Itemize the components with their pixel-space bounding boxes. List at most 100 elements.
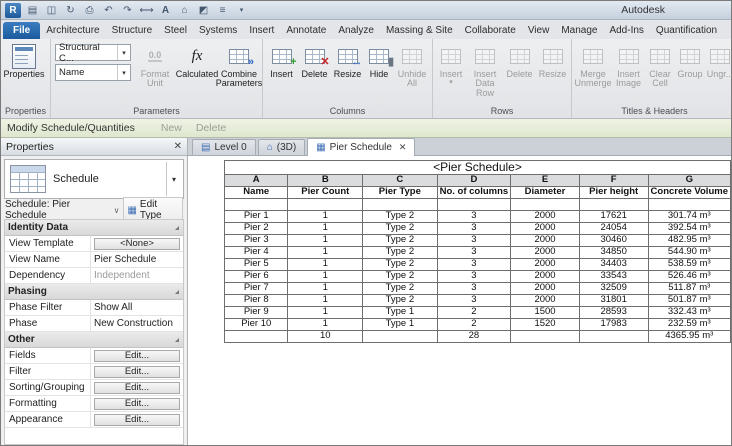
properties-panel-header[interactable]: Properties ✕ — [1, 138, 187, 156]
column-header-cell[interactable]: Concrete Volume — [647, 186, 731, 200]
chevron-down-icon[interactable]: ▾ — [117, 65, 130, 80]
cell-diameter[interactable]: 2000 — [510, 246, 580, 260]
cell-name[interactable]: Pier 10 — [223, 318, 289, 332]
cell-name[interactable]: Pier 5 — [223, 258, 289, 272]
cell-pier-type[interactable]: Type 2 — [362, 246, 438, 260]
cell-no-of-columns[interactable]: 3 — [436, 258, 512, 272]
ribbon-tab[interactable]: Architecture — [40, 23, 105, 39]
cell-pier-height[interactable]: 34403 — [578, 258, 649, 272]
view-tab-3d[interactable]: (3D) — [257, 139, 306, 155]
cell-name[interactable]: Pier 7 — [223, 282, 289, 296]
cell-no-of-columns[interactable]: 3 — [436, 282, 512, 296]
selector-dropdown-icon[interactable]: ∨ — [114, 206, 120, 215]
ribbon-tab[interactable]: Structure — [106, 23, 159, 39]
cell-no-of-columns[interactable]: 3 — [436, 294, 512, 308]
cell-diameter[interactable]: 2000 — [510, 258, 580, 272]
panel-label-columns[interactable]: Columns — [263, 105, 432, 118]
column-header-cell[interactable]: Name — [223, 186, 289, 200]
cell-pier-height[interactable]: 31801 — [578, 294, 649, 308]
calculated-button[interactable]: fx Calculated — [176, 41, 219, 79]
customize-qat-arrow-icon[interactable] — [234, 3, 249, 18]
phase-value[interactable]: New Construction — [91, 316, 183, 331]
cell-no-of-columns[interactable]: 3 — [436, 246, 512, 260]
close-tab-icon[interactable]: ✕ — [399, 142, 407, 153]
cell-diameter[interactable]: 2000 — [510, 270, 580, 284]
ribbon-tab[interactable]: Annotate — [280, 23, 332, 39]
delete-column-button[interactable]: ✕ Delete — [298, 41, 331, 79]
cell-no-of-columns[interactable]: 2 — [436, 306, 512, 320]
resize-column-button[interactable]: ↔ Resize — [331, 41, 364, 79]
section-identity-data[interactable]: Identity Data — [5, 220, 183, 236]
cell-diameter[interactable]: 2000 — [510, 282, 580, 296]
ribbon-tab[interactable]: Insert — [243, 23, 280, 39]
panel-label-titles-headers[interactable]: Titles & Headers — [572, 105, 731, 118]
cell-pier-height[interactable]: 34850 — [578, 246, 649, 260]
ribbon-tab[interactable]: Quantification — [650, 23, 723, 39]
save-icon[interactable] — [44, 3, 59, 18]
text-icon[interactable] — [158, 3, 173, 18]
cell-concrete-volume[interactable]: 526.46 m³ — [647, 270, 731, 284]
view-tab-level-0[interactable]: Level 0 — [192, 139, 256, 155]
ribbon-tab[interactable]: Manage — [555, 23, 603, 39]
cell-pier-height[interactable]: 33543 — [578, 270, 649, 284]
cell-name[interactable]: Pier 1 — [223, 210, 289, 224]
ribbon-tab[interactable]: Steel — [158, 23, 193, 39]
cell-concrete-volume[interactable]: 501.87 m³ — [647, 294, 731, 308]
combine-parameters-button[interactable]: » Combine Parameters — [216, 41, 262, 89]
view-name-value[interactable]: Pier Schedule — [91, 252, 183, 267]
cell-pier-count[interactable]: 1 — [287, 306, 364, 320]
cell-pier-type[interactable]: Type 2 — [362, 294, 438, 308]
redo-icon[interactable] — [120, 3, 135, 18]
column-letter-cell[interactable]: C — [362, 174, 438, 188]
thin-lines-icon[interactable] — [215, 3, 230, 18]
close-icon[interactable]: ✕ — [174, 141, 182, 152]
cell-diameter[interactable]: 2000 — [510, 210, 580, 224]
ribbon-tab[interactable]: Add-Ins — [603, 23, 649, 39]
tab-file[interactable]: File — [3, 22, 41, 39]
insert-column-button[interactable]: + Insert — [265, 41, 298, 79]
chevron-down-icon[interactable]: ▾ — [117, 45, 130, 60]
hide-column-button[interactable]: ▮ Hide — [364, 41, 394, 79]
cell-pier-type[interactable]: Type 2 — [362, 222, 438, 236]
undo-icon[interactable] — [101, 3, 116, 18]
column-header-cell[interactable]: Pier Type — [362, 186, 438, 200]
cell-name[interactable]: Pier 9 — [223, 306, 289, 320]
cell-pier-height[interactable]: 17983 — [578, 318, 649, 332]
cell-concrete-volume[interactable]: 511.87 m³ — [647, 282, 731, 296]
section-phasing[interactable]: Phasing — [5, 284, 183, 300]
column-header-cell[interactable]: Pier height — [578, 186, 649, 200]
cell-diameter[interactable]: 2000 — [510, 234, 580, 248]
cell-pier-count[interactable]: 1 — [287, 282, 364, 296]
cell-pier-type[interactable]: Type 1 — [362, 318, 438, 332]
cell-pier-count[interactable]: 1 — [287, 318, 364, 332]
cell-no-of-columns[interactable]: 3 — [436, 270, 512, 284]
cell-concrete-volume[interactable]: 538.59 m³ — [647, 258, 731, 272]
column-header-cell[interactable]: No. of columns — [436, 186, 512, 200]
cell-name[interactable]: Pier 6 — [223, 270, 289, 284]
cell-pier-count[interactable]: 1 — [287, 210, 364, 224]
column-header-cell[interactable]: Pier Count — [287, 186, 364, 200]
revit-logo[interactable]: R — [5, 2, 21, 18]
ribbon-tab[interactable]: Systems — [193, 23, 243, 39]
cell-concrete-volume[interactable]: 301.74 m³ — [647, 210, 731, 224]
section-other[interactable]: Other — [5, 332, 183, 348]
chevron-down-icon[interactable]: ▾ — [166, 162, 181, 196]
cell-pier-type[interactable]: Type 2 — [362, 258, 438, 272]
cell-name[interactable]: Pier 8 — [223, 294, 289, 308]
view-template-value-button[interactable]: <None> — [94, 237, 180, 250]
category-dropdown[interactable]: Structural C... ▾ — [55, 42, 132, 64]
cell-pier-count[interactable]: 1 — [287, 234, 364, 248]
cell-pier-count[interactable]: 1 — [287, 294, 364, 308]
cell-pier-type[interactable]: Type 2 — [362, 270, 438, 284]
print-icon[interactable] — [82, 3, 97, 18]
appearance-edit-button[interactable]: Edit... — [94, 413, 180, 426]
measure-icon[interactable] — [139, 3, 154, 18]
ribbon-tab[interactable]: Massing & Site — [380, 23, 459, 39]
cell-diameter[interactable]: 2000 — [510, 294, 580, 308]
cell-pier-count[interactable]: 1 — [287, 222, 364, 236]
cell-diameter[interactable]: 2000 — [510, 222, 580, 236]
cell-pier-height[interactable]: 24054 — [578, 222, 649, 236]
panel-label-parameters[interactable]: Parameters — [51, 105, 262, 118]
cell-pier-type[interactable]: Type 2 — [362, 234, 438, 248]
cell-pier-count[interactable]: 1 — [287, 246, 364, 260]
